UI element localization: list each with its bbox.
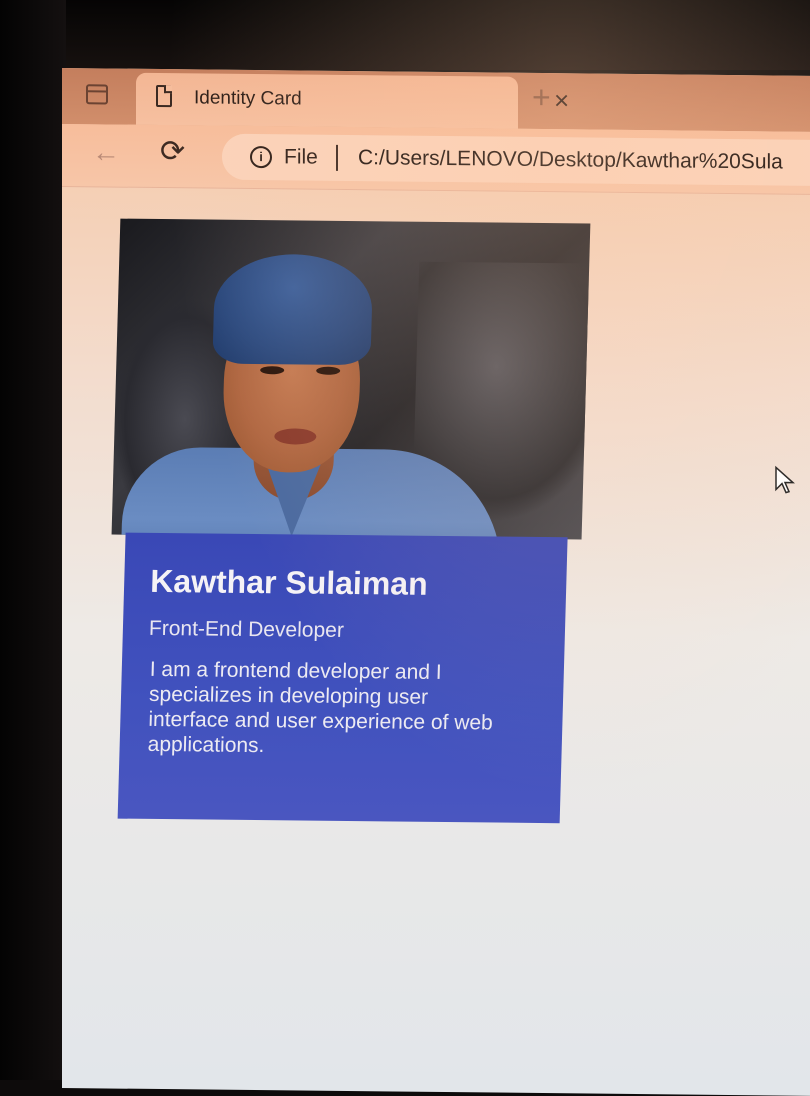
tab-identity-card[interactable]: Identity Card × <box>136 72 569 129</box>
card-name: Kawthar Sulaiman <box>149 562 429 602</box>
address-bar[interactable]: i File C:/Users/LENOVO/Desktop/Kawthar%2… <box>222 133 810 187</box>
document-icon <box>156 84 172 108</box>
monitor-bezel-top <box>0 0 810 70</box>
card-info-panel: Kawthar Sulaiman Front-End Developer I a… <box>117 532 568 824</box>
back-arrow-icon[interactable]: ← <box>92 136 120 167</box>
profile-photo <box>111 218 591 540</box>
card-role: Front-End Developer <box>148 616 345 642</box>
tab-actions-icon[interactable] <box>86 84 108 105</box>
close-tab-icon[interactable]: × <box>554 85 569 115</box>
reload-icon[interactable]: ⟳ <box>160 135 185 168</box>
tab-strip: Identity Card × + <box>62 68 810 132</box>
info-icon[interactable]: i <box>250 145 272 169</box>
tab-title: Identity Card <box>194 87 302 110</box>
identity-card: Kawthar Sulaiman Front-End Developer I a… <box>104 218 591 824</box>
new-tab-icon[interactable]: + <box>532 79 551 115</box>
browser-toolbar: ← ⟳ i File C:/Users/LENOVO/Desktop/Kawth… <box>62 124 810 195</box>
monitor-bezel-left <box>0 0 66 1080</box>
browser-window: Identity Card × + ← ⟳ i File C:/Users/LE… <box>62 68 810 1096</box>
address-divider <box>336 144 338 171</box>
scheme-label: File <box>284 145 318 169</box>
card-bio: I am a frontend developer and I speciali… <box>147 657 494 758</box>
url-text[interactable]: C:/Users/LENOVO/Desktop/Kawthar%20Sula <box>358 146 783 174</box>
